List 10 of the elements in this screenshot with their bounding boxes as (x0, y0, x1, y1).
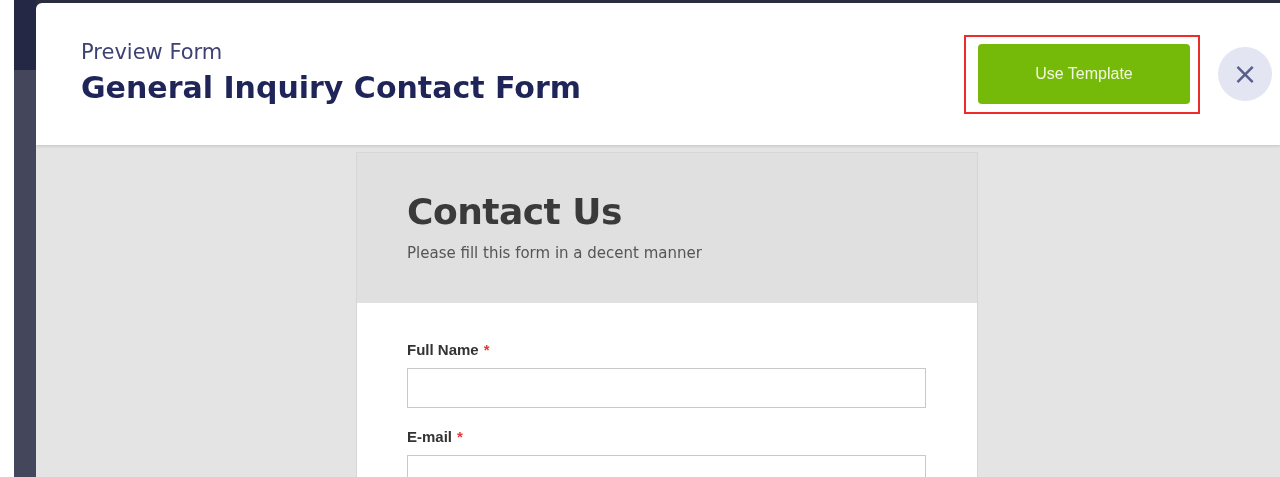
modal-title: General Inquiry Contact Form (81, 70, 582, 105)
form-description: Please fill this form in a decent manner (407, 244, 703, 262)
required-mark: * (457, 428, 463, 445)
field-label: Full Name (407, 341, 479, 358)
close-button[interactable]: × (1218, 47, 1272, 101)
modal-subtitle: Preview Form (81, 40, 224, 64)
text-input-field[interactable] (407, 368, 926, 408)
required-mark: * (483, 341, 490, 358)
form-title: Contact Us (407, 191, 624, 232)
field-label: E-mail (407, 428, 452, 445)
